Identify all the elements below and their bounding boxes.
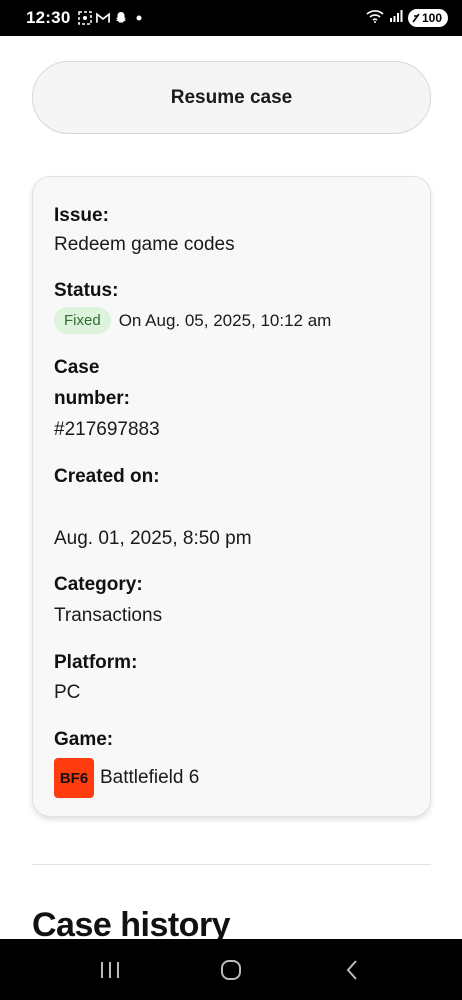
game-label: Game:: [54, 729, 114, 750]
battery-level: 100: [421, 11, 442, 25]
platform-label: Platform:: [54, 652, 138, 673]
recent-apps-button[interactable]: [90, 950, 130, 990]
category-label: Category:: [54, 574, 143, 595]
gmail-icon: [96, 11, 111, 25]
status-date: On Aug. 05, 2025, 10:12 am: [118, 310, 332, 330]
system-nav-bar: [0, 939, 462, 1000]
battery-indicator: 100: [407, 9, 448, 27]
screenshot-icon: [78, 11, 93, 25]
back-icon: [346, 959, 357, 980]
recent-apps-icon: [101, 961, 120, 978]
resume-case-label: Resume case: [170, 86, 293, 108]
issue-label: Issue:: [54, 205, 109, 226]
back-button[interactable]: [332, 950, 372, 990]
wifi-icon: [366, 9, 384, 28]
status-row: Fixed On Aug. 05, 2025, 10:12 am: [54, 307, 331, 334]
resume-case-button[interactable]: Resume case: [32, 61, 431, 134]
dot-icon: [132, 11, 146, 25]
case-details-card: Issue: Redeem game codes Status: Fixed O…: [32, 176, 431, 817]
home-icon: [220, 959, 241, 980]
notification-icons: [78, 11, 146, 25]
platform-value: PC: [54, 682, 81, 703]
status-badge: Fixed: [54, 307, 111, 334]
snapchat-icon: [114, 11, 128, 25]
status-right: 100: [366, 9, 448, 28]
created-on-label: Created on:: [54, 466, 160, 487]
created-on-value: Aug. 01, 2025, 8:50 pm: [54, 528, 252, 549]
section-divider: [32, 864, 431, 865]
status-label: Status:: [54, 280, 119, 301]
case-number-label: Case number:: [54, 357, 130, 409]
home-button[interactable]: [211, 950, 251, 990]
case-number-value: #217697883: [54, 419, 160, 440]
game-logo-text: BF6: [59, 769, 89, 787]
category-value: Transactions: [54, 605, 163, 626]
status-time: 12:30: [26, 8, 71, 27]
battery-saver-icon: [412, 13, 420, 23]
issue-value: Redeem game codes: [54, 234, 235, 255]
game-row: BF6 Battlefield 6: [54, 758, 199, 798]
game-value: Battlefield 6: [100, 767, 200, 788]
battlefield-logo-icon: BF6: [54, 758, 94, 798]
signal-icon: [389, 9, 403, 27]
status-bar: 12:30 100: [0, 0, 462, 36]
